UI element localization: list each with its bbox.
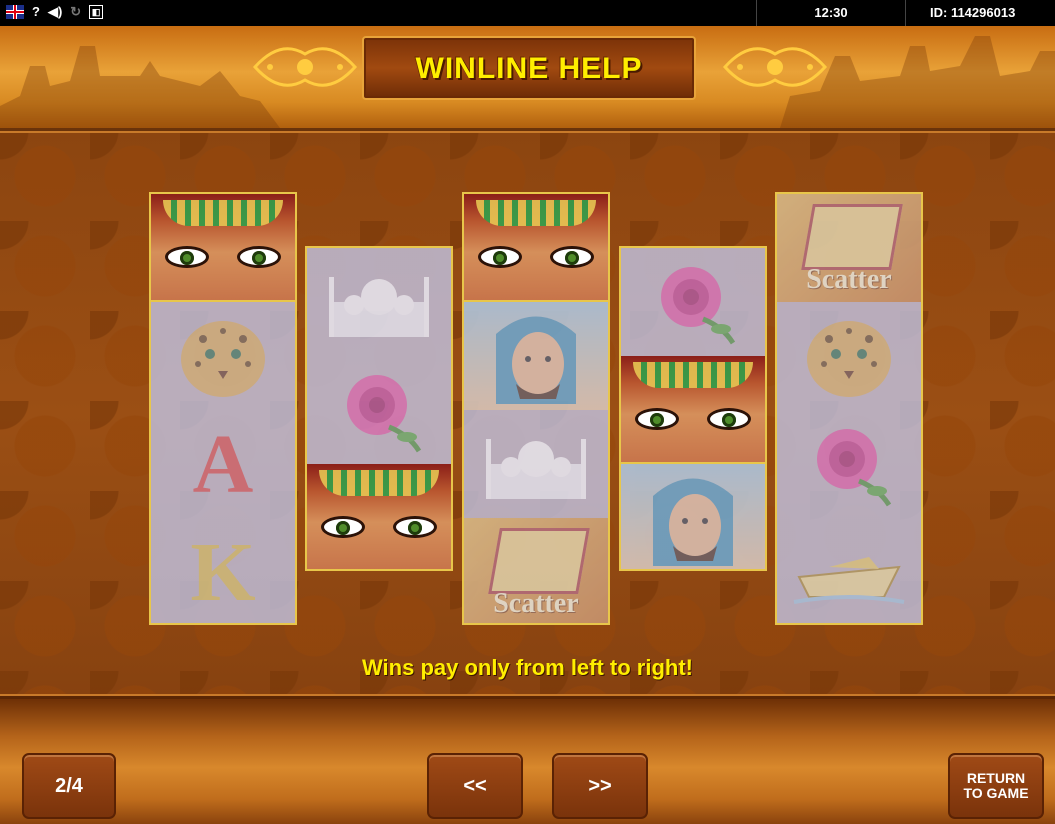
yacht-symbol — [777, 518, 921, 623]
eyes-symbol — [307, 464, 451, 569]
return-to-game-button[interactable]: RETURN TO GAME — [948, 753, 1044, 819]
refresh-icon: ↻ — [70, 4, 82, 19]
return-label-line-2: TO GAME — [963, 785, 1029, 801]
footer-bar — [0, 696, 1055, 824]
sound-icon[interactable]: ◀) — [48, 5, 62, 19]
rose-symbol — [307, 356, 451, 464]
leopard-symbol — [151, 302, 295, 410]
reel-4 — [619, 246, 767, 571]
status-bar: ? ◀) ↻ ◧ 12:30 ID: 114296013 — [0, 0, 1055, 26]
scatter-symbol: Scatter — [464, 518, 608, 623]
right-ornament-icon — [722, 47, 828, 87]
eyes-symbol — [621, 356, 765, 464]
help-icon[interactable]: ? — [32, 5, 40, 19]
reel-2 — [305, 246, 453, 571]
winline-message: Wins pay only from left to right! — [361, 655, 694, 680]
eyes-symbol — [464, 194, 608, 302]
scatter-label: Scatter — [493, 588, 579, 619]
letter-a-symbol: A — [151, 410, 295, 518]
reel-1: AK — [149, 192, 297, 625]
session-id: ID: 114296013 — [930, 5, 1016, 20]
return-label-line-1: RETURN — [966, 770, 1026, 786]
rose-symbol — [777, 410, 921, 518]
scatter-label: Scatter — [806, 264, 892, 295]
page-title: WINLINE HELP — [415, 52, 643, 85]
previous-page-button[interactable]: << — [427, 753, 523, 819]
language-flag-icon[interactable] — [6, 5, 24, 19]
next-page-button[interactable]: >> — [552, 753, 648, 819]
scatter-symbol: Scatter — [777, 194, 921, 302]
page-indicator-button[interactable]: 2/4 — [22, 753, 116, 819]
letter-k-label: K — [190, 525, 256, 619]
letter-k-symbol: K — [151, 518, 295, 623]
letter-a-label: A — [192, 417, 254, 511]
reel-3: Scatter — [462, 192, 610, 625]
mosque-symbol — [464, 410, 608, 518]
left-ornament-icon — [252, 47, 358, 87]
mosque-symbol — [307, 248, 451, 356]
sheikh-symbol — [464, 302, 608, 410]
rose-symbol — [621, 248, 765, 356]
sheikh-symbol — [621, 464, 765, 569]
clock: 12:30 — [756, 0, 906, 26]
fullscreen-icon[interactable]: ◧ — [89, 5, 104, 19]
header: WINLINE HELP — [0, 26, 1055, 131]
leopard-symbol — [777, 302, 921, 410]
eyes-symbol — [151, 194, 295, 302]
reel-5: Scatter — [775, 192, 923, 625]
